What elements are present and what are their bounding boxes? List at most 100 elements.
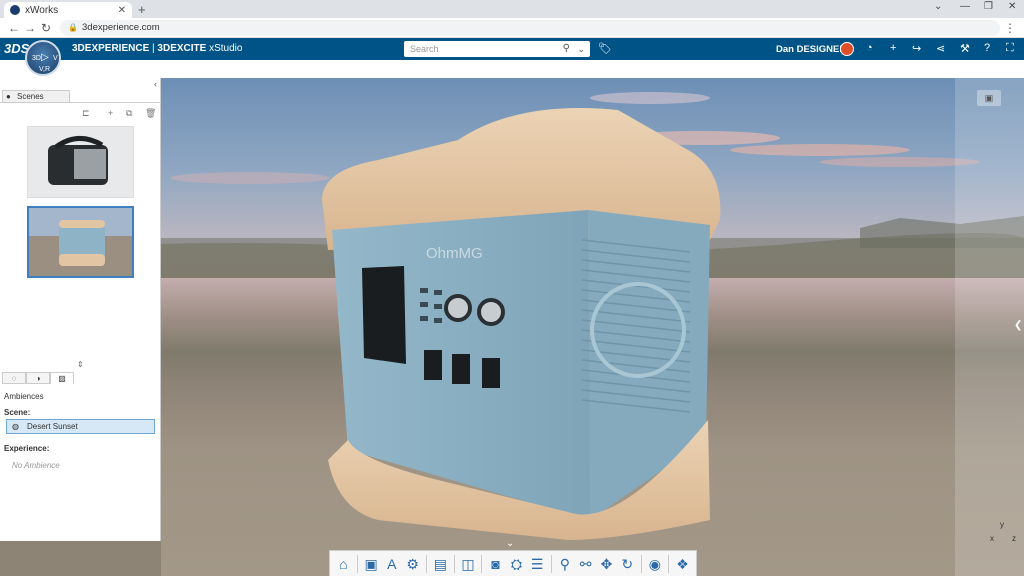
gauge-right-icon	[477, 298, 505, 326]
axis-y-label: y	[1000, 520, 1004, 529]
model-brand-text: OhmMG	[426, 245, 483, 262]
address-bar: ← → ↻ 🔒 3dexperience.com ⋮	[0, 18, 1024, 38]
collapse-panel-icon[interactable]: ‹	[154, 79, 157, 89]
share-icon[interactable]: ↪	[912, 42, 921, 55]
camera-view-icon[interactable]: ⛭	[507, 553, 526, 575]
hierarchy-icon[interactable]: ⊏	[82, 108, 90, 119]
display-screen	[362, 266, 406, 364]
search-placeholder: Search	[410, 44, 439, 54]
scene-thumbnail-selected[interactable]	[27, 206, 134, 278]
divider	[550, 554, 552, 573]
chevron-down-icon[interactable]: ⌄	[934, 1, 942, 12]
snapshot-icon[interactable]: ◉	[646, 553, 665, 575]
minimize-icon[interactable]: —	[960, 1, 970, 12]
new-tab-icon[interactable]: +	[138, 2, 146, 17]
divider	[640, 554, 642, 573]
forward-icon[interactable]: →	[24, 21, 36, 35]
expand-right-panel-icon[interactable]: ❮	[1014, 320, 1022, 331]
desert-scene-preview	[29, 208, 132, 276]
materials-icon: ◑	[35, 374, 41, 383]
duplicate-scene-icon[interactable]: ⧉	[126, 108, 132, 119]
experience-label: Experience:	[4, 444, 50, 453]
add-icon[interactable]: +	[890, 42, 896, 54]
help-icon[interactable]: ?	[984, 42, 990, 54]
search-input[interactable]: Search ⚲ ⌄	[404, 41, 590, 57]
no-ambience-text: No Ambience	[12, 461, 60, 470]
user-name[interactable]: Dan DESIGNER	[776, 44, 846, 55]
save-icon[interactable]: ▣	[362, 553, 381, 575]
tab-materials[interactable]: ◑	[26, 372, 50, 384]
compass-v-label: V	[53, 55, 58, 62]
reload-icon[interactable]: ↻	[41, 21, 51, 35]
divider	[668, 554, 670, 573]
notification-icon[interactable]: ◔	[866, 42, 873, 54]
divider	[0, 102, 161, 103]
viewport-lower-left	[0, 541, 161, 576]
outlet-port	[482, 358, 500, 388]
environment-icon: ◌	[11, 374, 17, 383]
scene-thumbnail[interactable]	[27, 126, 134, 198]
add-scene-icon[interactable]: +	[108, 108, 113, 118]
ambience-icon: ▨	[58, 374, 66, 383]
app-brand: 3DEXPERIENCE | 3DEXCITE xStudio	[72, 43, 242, 54]
brand-sub: xStudio	[206, 43, 243, 54]
zoom-icon[interactable]: ⚲	[555, 553, 574, 575]
image-icon[interactable]: ▤	[431, 553, 450, 575]
search-icon[interactable]: ⚲	[563, 41, 570, 57]
tools-icon[interactable]: ⚒	[960, 42, 970, 55]
fullscreen-icon[interactable]: ⛶	[1006, 42, 1014, 55]
compass-widget[interactable]: 3D ▷ V V,R	[25, 40, 61, 76]
home-icon[interactable]: ⌂	[334, 553, 353, 575]
power-station-model[interactable]: OhmMG	[318, 100, 724, 540]
text-style-icon[interactable]: A	[382, 553, 401, 575]
splitter-handle-icon[interactable]: ⇕	[77, 360, 84, 369]
pan-icon[interactable]: ✥	[597, 553, 616, 575]
gallery-icon[interactable]: ❖	[673, 553, 692, 575]
brand-main: 3DEXPERIENCE	[72, 43, 150, 54]
view-mode-button[interactable]: ▣	[977, 90, 1001, 106]
tab-scenes-label: Scenes	[17, 92, 44, 101]
divider	[453, 554, 455, 573]
studio-scene-preview	[28, 127, 133, 197]
led-indicator	[420, 316, 428, 321]
settings-icon[interactable]: ⚙	[403, 553, 422, 575]
favicon-icon	[10, 5, 20, 15]
ambience-item-label: Desert Sunset	[27, 422, 78, 431]
globe-icon: ◍	[12, 422, 19, 431]
close-tab-icon[interactable]: ✕	[118, 5, 126, 16]
ambience-item-desert-sunset[interactable]: ◍ Desert Sunset	[6, 419, 155, 434]
tab-environment[interactable]: ◌	[2, 372, 26, 384]
lock-icon: 🔒	[68, 23, 78, 32]
url-text: 3dexperience.com	[82, 22, 160, 33]
restore-icon[interactable]: ❐	[984, 1, 993, 12]
delete-scene-icon[interactable]: 🗑	[145, 108, 156, 119]
browser-tab[interactable]: xWorks ✕	[4, 2, 132, 18]
rotate-icon[interactable]: ↻	[618, 553, 637, 575]
close-window-icon[interactable]: ✕	[1008, 1, 1016, 12]
tab-scenes[interactable]: ● Scenes	[2, 90, 70, 102]
tab-ambiences[interactable]: ▨	[50, 372, 74, 384]
book-icon[interactable]: ◫	[459, 553, 478, 575]
list-icon[interactable]: ☰	[528, 553, 547, 575]
gauge-left-icon	[444, 294, 472, 322]
toolbar-collapse-icon[interactable]: ⌄	[506, 538, 514, 549]
search-options-icon[interactable]: ⌄	[577, 41, 585, 57]
led-indicator	[434, 290, 442, 295]
render-icon[interactable]: ◙	[486, 553, 505, 575]
brand-app: 3DEXCITE	[157, 43, 207, 54]
led-indicator	[420, 288, 428, 293]
play-icon: ▷	[41, 52, 49, 63]
zoom-fit-icon[interactable]: ⚯	[576, 553, 595, 575]
divider	[481, 554, 483, 573]
browser-menu-icon[interactable]: ⋮	[1004, 21, 1016, 35]
section-title: Ambiences	[4, 392, 44, 401]
url-input[interactable]: 🔒 3dexperience.com	[60, 20, 1000, 36]
outlet-port	[452, 354, 470, 384]
back-icon[interactable]: ←	[8, 21, 20, 35]
axis-x-label: x	[990, 534, 994, 543]
network-icon[interactable]: ⋖	[936, 42, 945, 55]
tag-icon[interactable]: 🏷	[598, 42, 612, 55]
divider	[426, 554, 427, 573]
avatar[interactable]	[840, 42, 854, 56]
panel-tabs: ◌ ◑ ▨	[2, 372, 74, 384]
